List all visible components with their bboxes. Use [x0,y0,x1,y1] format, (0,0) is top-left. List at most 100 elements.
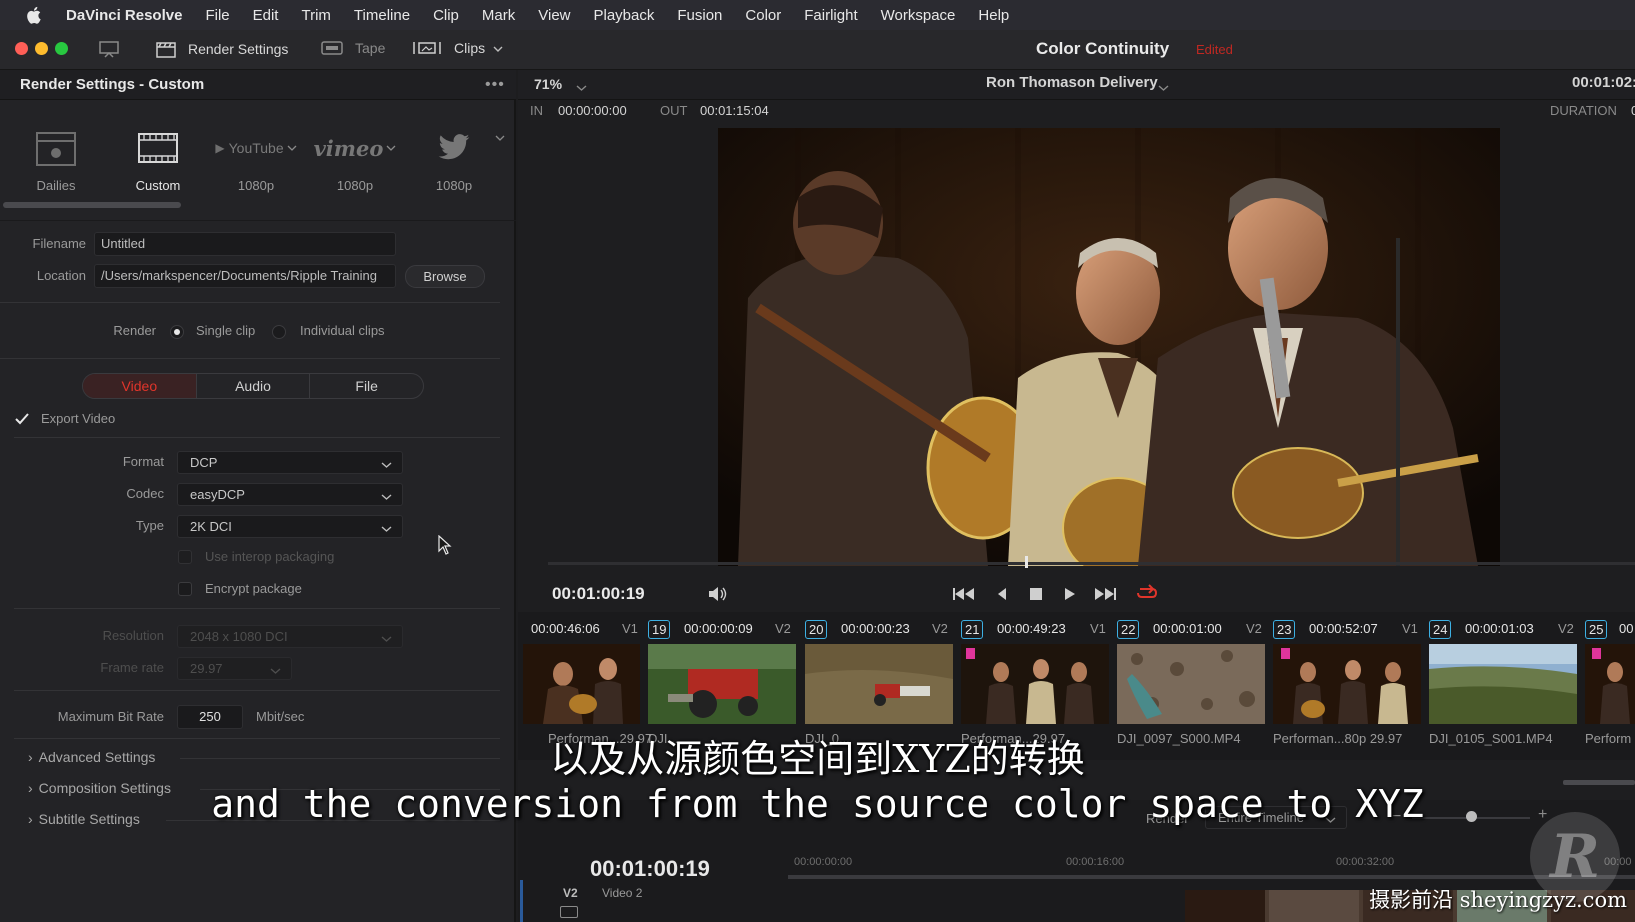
video-preview[interactable] [718,128,1500,566]
in-timecode[interactable]: 00:00:00:00 [558,103,627,118]
apple-icon[interactable] [26,6,42,24]
preset-custom[interactable]: Custom [113,120,203,193]
bitrate-input[interactable]: 250 [177,705,243,729]
zoom-level[interactable]: 71% [534,76,562,92]
encrypt-checkbox[interactable] [178,582,192,596]
menu-file[interactable]: File [205,7,229,24]
project-title: Color Continuity [1036,39,1170,58]
clip-thumbnail[interactable] [523,644,640,724]
clip-number-badge: 21 [961,620,984,639]
toolbar: Render Settings Tape Clips Color Continu… [0,30,1635,70]
clip-timecode: 00:00:01:03 [1465,621,1534,636]
vimeo-brand: vimeo [313,135,384,161]
preset-youtube[interactable]: ▶ YouTube 1080p [211,120,301,193]
menu-edit[interactable]: Edit [253,7,279,24]
browse-button[interactable]: Browse [405,265,485,288]
menu-app[interactable]: DaVinci Resolve [66,7,182,24]
interop-label: Use interop packaging [205,549,335,564]
framerate-select[interactable]: 29.97 [177,657,292,680]
resolution-select[interactable]: 2048 x 1080 DCI [177,625,403,648]
play-icon[interactable] [1063,586,1077,605]
resolution-value: 2048 x 1080 DCI [190,629,288,644]
tape-toggle[interactable]: Tape [321,40,385,56]
out-timecode[interactable]: 00:01:15:04 [700,103,769,118]
clip-thumbnail[interactable] [805,644,953,724]
filename-input[interactable]: Untitled [94,232,396,256]
menu-trim[interactable]: Trim [301,7,330,24]
codec-select[interactable]: easyDCP [177,483,403,506]
minimize-window-button[interactable] [35,42,48,55]
interop-checkbox[interactable] [178,550,192,564]
menu-fairlight[interactable]: Fairlight [804,7,857,24]
encrypt-label: Encrypt package [205,581,302,596]
clip-number-badge: 22 [1117,620,1140,639]
step-back-icon[interactable] [996,586,1008,605]
panel-title: Render Settings - Custom [20,76,205,93]
menu-color[interactable]: Color [745,7,781,24]
location-input[interactable]: /Users/markspencer/Documents/Ripple Trai… [94,264,396,288]
stop-icon[interactable] [1028,586,1044,605]
clip-thumbnail[interactable] [1117,644,1265,724]
menu-view[interactable]: View [538,7,570,24]
tab-file[interactable]: File [310,374,423,398]
subtitle-english: and the conversion from the source color… [211,782,1424,826]
youtube-icon: ▶ YouTube [211,120,301,176]
preset-scrollbar[interactable] [3,202,181,208]
chevron-down-icon [381,521,392,536]
zoom-window-button[interactable] [55,42,68,55]
scrubber-playhead[interactable] [1025,556,1028,568]
render-settings-toggle[interactable]: Render Settings [156,40,288,58]
clip-track: V1 [1402,621,1418,636]
timeline-ruler[interactable] [788,875,1635,879]
preset-vimeo[interactable]: vimeo 1080p [310,120,400,193]
chevron-down-icon [381,489,392,504]
preset-label: 1080p [336,178,374,193]
single-clip-radio[interactable] [170,325,184,339]
clips-toggle[interactable]: Clips [412,40,503,56]
tab-video[interactable]: Video [83,374,197,398]
out-label: OUT [660,103,688,118]
menu-help[interactable]: Help [978,7,1009,24]
clip-thumbnail[interactable] [961,644,1109,724]
options-menu-icon[interactable]: ••• [485,76,505,94]
menu-fusion[interactable]: Fusion [677,7,722,24]
export-video-checkbox[interactable] [14,412,30,429]
volume-icon[interactable] [707,585,729,606]
track-name: Video 2 [602,886,643,900]
go-to-start-icon[interactable] [952,586,976,605]
clip-thumbnail[interactable] [1273,644,1421,724]
clip-thumbnail[interactable] [1429,644,1577,724]
scrubber-bar[interactable] [548,562,1635,565]
chevron-down-icon[interactable] [1158,80,1169,95]
track-label: V2 [563,886,578,900]
tab-audio[interactable]: Audio [197,374,311,398]
track-monitor-icon[interactable] [560,906,578,918]
format-select[interactable]: DCP [177,451,403,474]
menu-mark[interactable]: Mark [482,7,515,24]
clip-thumbnail[interactable] [648,644,796,724]
framerate-value: 29.97 [190,661,223,676]
monitor-icon[interactable] [98,40,120,61]
menu-timeline[interactable]: Timeline [354,7,410,24]
menu-bar: DaVinci Resolve File Edit Trim Timeline … [0,0,1635,30]
individual-clips-radio[interactable] [272,325,286,339]
chevron-down-icon[interactable] [576,80,587,95]
go-to-end-icon[interactable] [1093,586,1117,605]
menu-playback[interactable]: Playback [594,7,655,24]
timeline-name[interactable]: Ron Thomason Delivery [986,74,1158,91]
loop-icon[interactable] [1135,583,1159,606]
chevron-down-icon[interactable] [495,130,505,145]
youtube-brand: YouTube [228,140,284,156]
flag-marker-icon [966,648,975,659]
menu-clip[interactable]: Clip [433,7,459,24]
close-window-button[interactable] [15,42,28,55]
preset-dailies[interactable]: Dailies [11,120,101,193]
chevron-down-icon [381,457,392,472]
menu-workspace[interactable]: Workspace [881,7,956,24]
clip-timecode: 00:00:00:09 [684,621,753,636]
clip-number-badge: 24 [1429,620,1452,639]
codec-label: Codec [126,486,164,501]
type-select[interactable]: 2K DCI [177,515,403,538]
clip-number-badge: 25 [1585,620,1608,639]
preset-twitter[interactable]: 1080p [409,120,499,193]
